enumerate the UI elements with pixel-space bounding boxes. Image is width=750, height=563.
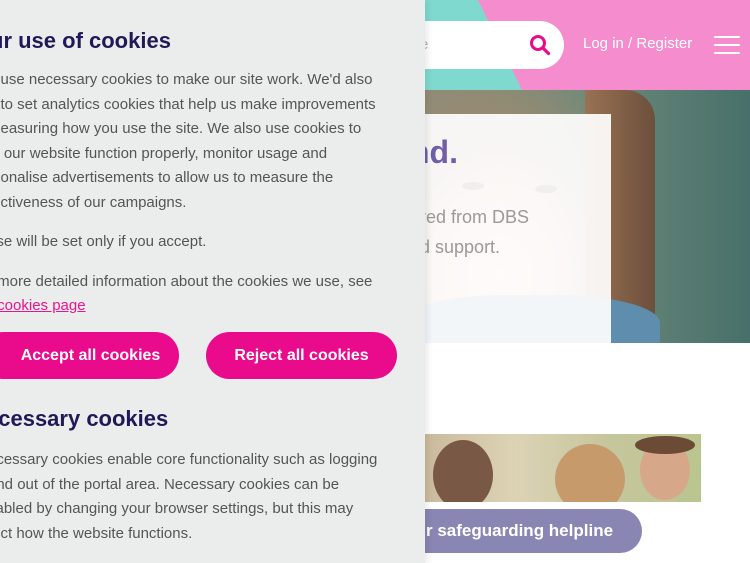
cookie-text-line: fectiveness of our campaigns. xyxy=(0,193,187,211)
cookies-page-link[interactable]: cookies page xyxy=(0,297,86,314)
cookie-more-info: r more detailed information about the co… xyxy=(0,272,373,290)
cookie-text-line: e use necessary cookies to make our site… xyxy=(0,71,373,88)
cookie-text-line: ecessary cookies enable core functionali… xyxy=(0,451,378,468)
cookie-text-line: sabled by changing your browser settings… xyxy=(0,500,354,517)
cookie-text-line: e to set analytics cookies that help us … xyxy=(0,95,376,113)
cookie-consent-note: ese will be set only if you accept. xyxy=(0,233,207,250)
hero-description: ered from DBS nd support. xyxy=(410,202,529,262)
necessary-cookies-title: ecessary cookies xyxy=(0,406,169,431)
hero-text-line: ered from DBS xyxy=(410,207,530,227)
hero-text-line: nd support. xyxy=(410,237,501,257)
cookie-panel-title: ur use of cookies xyxy=(0,28,171,53)
cookie-more-info-line2: r cookies page xyxy=(0,294,408,319)
cookie-text-line: and out of the portal area. Necessary co… xyxy=(0,475,340,493)
cookie-text-line: rsonalise advertisements to allow us to … xyxy=(0,169,334,186)
accept-all-cookies-button[interactable]: Accept all cookies xyxy=(0,332,179,379)
cookie-consent-panel: ur use of cookies e use necessary cookie… xyxy=(0,0,425,563)
cookie-intro-text: e use necessary cookies to make our site… xyxy=(0,68,408,319)
hamburger-menu-icon[interactable] xyxy=(714,36,740,56)
necessary-cookies-text: ecessary cookies enable core functionali… xyxy=(0,448,408,546)
cookie-text-line: measuring how you use the site. We also … xyxy=(0,120,362,137)
cookie-text-line: lp our website function properly, monito… xyxy=(0,144,328,162)
search-icon[interactable] xyxy=(528,33,552,57)
cookie-text-line: fect how the website functions. xyxy=(0,524,193,542)
reject-all-cookies-button[interactable]: Reject all cookies xyxy=(206,332,397,379)
children-photo xyxy=(415,434,701,502)
login-register-link[interactable]: Log in / Register xyxy=(583,35,692,52)
